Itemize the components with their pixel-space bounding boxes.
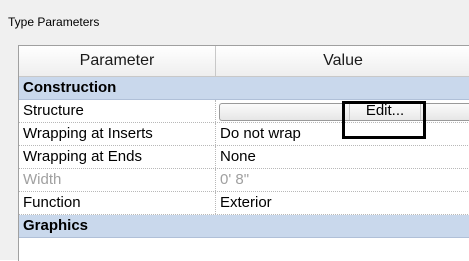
parameter-column-header[interactable]: Parameter (19, 46, 216, 76)
structure-value-field[interactable] (219, 103, 469, 121)
function-value[interactable]: Exterior (220, 192, 272, 214)
type-properties-panel: Type Parameters Parameter Value Construc… (0, 0, 469, 261)
wrapping-at-inserts-value[interactable]: Do not wrap (220, 123, 301, 145)
parameter-name: Wrapping at Inserts (23, 125, 153, 142)
parameter-name: Function (23, 194, 81, 211)
column-divider (215, 100, 216, 122)
group-label: Graphics (23, 217, 89, 234)
parameter-row-function: Function Exterior (19, 192, 469, 215)
parameter-row-structure: Structure Edit... (19, 100, 469, 123)
column-divider (215, 123, 216, 145)
parameter-name: Width (23, 171, 62, 188)
type-parameters-grid: Parameter Value Construction Structure E… (18, 45, 469, 261)
grid-header: Parameter Value (19, 46, 469, 77)
parameter-name: Wrapping at Ends (23, 148, 142, 165)
parameter-row-wrapping-at-ends: Wrapping at Ends None (19, 146, 469, 169)
parameter-row-width: Width 0' 8" (19, 169, 469, 192)
parameter-row-wrapping-at-inserts: Wrapping at Inserts Do not wrap (19, 123, 469, 146)
column-divider (215, 192, 216, 214)
group-row-construction[interactable]: Construction (19, 77, 469, 100)
column-divider (215, 146, 216, 168)
wrapping-at-ends-value[interactable]: None (220, 146, 256, 168)
group-label: Construction (23, 79, 117, 96)
structure-edit-button[interactable]: Edit... (349, 102, 421, 120)
column-divider (215, 169, 216, 191)
width-value: 0' 8" (220, 171, 250, 188)
type-parameters-label: Type Parameters (8, 15, 100, 29)
group-row-graphics[interactable]: Graphics (19, 215, 469, 238)
value-column-header[interactable]: Value (216, 46, 469, 76)
parameter-name: Structure (23, 102, 84, 119)
